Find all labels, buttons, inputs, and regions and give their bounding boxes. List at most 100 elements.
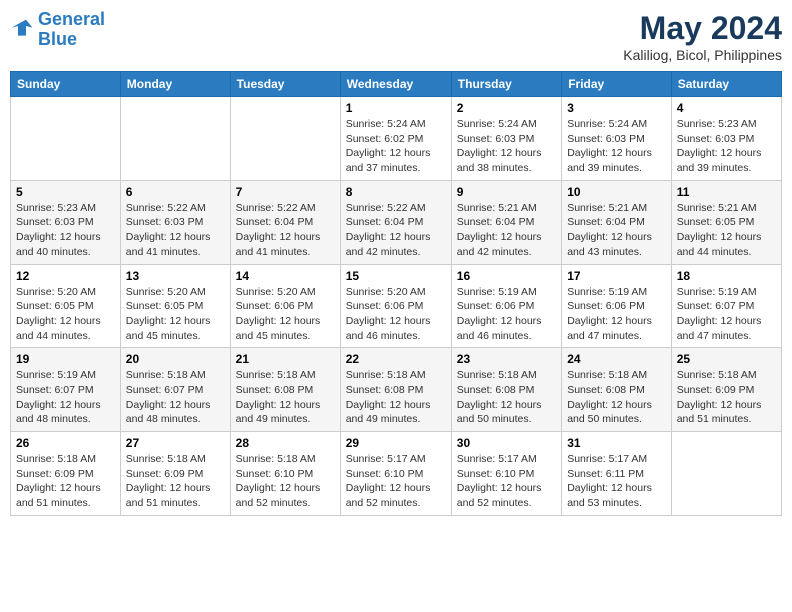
day-number: 28: [236, 436, 335, 450]
day-info: Sunrise: 5:18 AM Sunset: 6:08 PM Dayligh…: [567, 368, 666, 427]
logo-line2: Blue: [38, 29, 77, 49]
calendar-cell: 9 Sunrise: 5:21 AM Sunset: 6:04 PM Daylig…: [451, 180, 561, 264]
calendar-cell: 21Sunrise: 5:18 AM Sunset: 6:08 PM Dayli…: [230, 348, 340, 432]
day-number: 29: [346, 436, 446, 450]
day-info: Sunrise: 5:21 AM Sunset: 6:05 PM Dayligh…: [677, 201, 776, 260]
day-number: 1: [346, 101, 446, 115]
day-number: 24: [567, 352, 666, 366]
weekday-header-wednesday: Wednesday: [340, 72, 451, 97]
day-info: Sunrise: 5:24 AM Sunset: 6:03 PM Dayligh…: [567, 117, 666, 176]
day-info: Sunrise: 5:19 AM Sunset: 6:06 PM Dayligh…: [567, 285, 666, 344]
calendar-cell: 29 Sunrise: 5:17 AM Sunset: 6:10 PM Dayli…: [340, 432, 451, 516]
calendar-cell: 13 Sunrise: 5:20 AM Sunset: 6:05 PM Dayli…: [120, 264, 230, 348]
calendar-cell: 15 Sunrise: 5:20 AM Sunset: 6:06 PM Dayli…: [340, 264, 451, 348]
day-info: Sunrise: 5:24 AM Sunset: 6:03 PM Dayligh…: [457, 117, 556, 176]
week-row-2: 5 Sunrise: 5:23 AM Sunset: 6:03 PM Daylig…: [11, 180, 782, 264]
calendar-cell: 17 Sunrise: 5:19 AM Sunset: 6:06 PM Dayli…: [562, 264, 672, 348]
month-title: May 2024: [623, 10, 782, 47]
day-number: 6: [126, 185, 225, 199]
logo-icon: [10, 18, 34, 42]
day-number: 31: [567, 436, 666, 450]
weekday-header-thursday: Thursday: [451, 72, 561, 97]
day-number: 12: [16, 269, 115, 283]
calendar-table: SundayMondayTuesdayWednesdayThursdayFrid…: [10, 71, 782, 516]
title-block: May 2024 Kaliliog, Bicol, Philippines: [623, 10, 782, 63]
day-number: 3: [567, 101, 666, 115]
calendar-cell: 25 Sunrise: 5:18 AM Sunset: 6:09 PM Dayli…: [671, 348, 781, 432]
day-info: Sunrise: 5:17 AM Sunset: 6:10 PM Dayligh…: [457, 452, 556, 511]
day-info: Sunrise: 5:18 AM Sunset: 6:07 PM Dayligh…: [126, 368, 225, 427]
week-row-3: 12 Sunrise: 5:20 AM Sunset: 6:05 PM Dayli…: [11, 264, 782, 348]
day-number: 4: [677, 101, 776, 115]
calendar-cell: 8 Sunrise: 5:22 AM Sunset: 6:04 PM Daylig…: [340, 180, 451, 264]
day-number: 17: [567, 269, 666, 283]
day-number: 2: [457, 101, 556, 115]
weekday-header-saturday: Saturday: [671, 72, 781, 97]
calendar-cell: 23 Sunrise: 5:18 AM Sunset: 6:08 PM Dayli…: [451, 348, 561, 432]
day-info: Sunrise: 5:18 AM Sunset: 6:09 PM Dayligh…: [16, 452, 115, 511]
calendar-cell: 12 Sunrise: 5:20 AM Sunset: 6:05 PM Dayli…: [11, 264, 121, 348]
calendar-cell: 3 Sunrise: 5:24 AM Sunset: 6:03 PM Daylig…: [562, 97, 672, 181]
logo: General Blue: [10, 10, 105, 50]
day-number: 25: [677, 352, 776, 366]
day-info: Sunrise: 5:21 AM Sunset: 6:04 PM Dayligh…: [567, 201, 666, 260]
day-number: 27: [126, 436, 225, 450]
logo-line1: General: [38, 9, 105, 29]
calendar-cell: 26 Sunrise: 5:18 AM Sunset: 6:09 PM Dayli…: [11, 432, 121, 516]
day-info: Sunrise: 5:19 AM Sunset: 6:06 PM Dayligh…: [457, 285, 556, 344]
day-number: 8: [346, 185, 446, 199]
day-info: Sunrise: 5:19 AM Sunset: 6:07 PM Dayligh…: [677, 285, 776, 344]
week-row-1: 1Sunrise: 5:24 AM Sunset: 6:02 PM Daylig…: [11, 97, 782, 181]
week-row-5: 26 Sunrise: 5:18 AM Sunset: 6:09 PM Dayli…: [11, 432, 782, 516]
calendar-cell: [230, 97, 340, 181]
day-number: 11: [677, 185, 776, 199]
weekday-header-sunday: Sunday: [11, 72, 121, 97]
day-info: Sunrise: 5:20 AM Sunset: 6:05 PM Dayligh…: [16, 285, 115, 344]
day-info: Sunrise: 5:18 AM Sunset: 6:08 PM Dayligh…: [346, 368, 446, 427]
calendar-cell: 6 Sunrise: 5:22 AM Sunset: 6:03 PM Daylig…: [120, 180, 230, 264]
day-info: Sunrise: 5:17 AM Sunset: 6:10 PM Dayligh…: [346, 452, 446, 511]
day-number: 15: [346, 269, 446, 283]
day-info: Sunrise: 5:20 AM Sunset: 6:06 PM Dayligh…: [236, 285, 335, 344]
calendar-cell: 28 Sunrise: 5:18 AM Sunset: 6:10 PM Dayli…: [230, 432, 340, 516]
calendar-cell: 5 Sunrise: 5:23 AM Sunset: 6:03 PM Daylig…: [11, 180, 121, 264]
weekday-header-tuesday: Tuesday: [230, 72, 340, 97]
weekday-header-row: SundayMondayTuesdayWednesdayThursdayFrid…: [11, 72, 782, 97]
day-info: Sunrise: 5:21 AM Sunset: 6:04 PM Dayligh…: [457, 201, 556, 260]
calendar-cell: 30 Sunrise: 5:17 AM Sunset: 6:10 PM Dayli…: [451, 432, 561, 516]
day-info: Sunrise: 5:22 AM Sunset: 6:04 PM Dayligh…: [236, 201, 335, 260]
location: Kaliliog, Bicol, Philippines: [623, 47, 782, 63]
day-number: 13: [126, 269, 225, 283]
day-number: 16: [457, 269, 556, 283]
calendar-cell: [671, 432, 781, 516]
day-info: Sunrise: 5:22 AM Sunset: 6:03 PM Dayligh…: [126, 201, 225, 260]
day-number: 5: [16, 185, 115, 199]
day-number: 23: [457, 352, 556, 366]
calendar-cell: 14 Sunrise: 5:20 AM Sunset: 6:06 PM Dayli…: [230, 264, 340, 348]
calendar-cell: 27Sunrise: 5:18 AM Sunset: 6:09 PM Dayli…: [120, 432, 230, 516]
day-info: Sunrise: 5:18 AM Sunset: 6:10 PM Dayligh…: [236, 452, 335, 511]
calendar-cell: 1Sunrise: 5:24 AM Sunset: 6:02 PM Daylig…: [340, 97, 451, 181]
day-number: 20: [126, 352, 225, 366]
calendar-cell: 2 Sunrise: 5:24 AM Sunset: 6:03 PM Daylig…: [451, 97, 561, 181]
calendar-cell: [11, 97, 121, 181]
day-number: 10: [567, 185, 666, 199]
day-info: Sunrise: 5:20 AM Sunset: 6:05 PM Dayligh…: [126, 285, 225, 344]
calendar-cell: 19Sunrise: 5:19 AM Sunset: 6:07 PM Dayli…: [11, 348, 121, 432]
weekday-header-friday: Friday: [562, 72, 672, 97]
day-number: 26: [16, 436, 115, 450]
day-number: 14: [236, 269, 335, 283]
calendar-cell: 22Sunrise: 5:18 AM Sunset: 6:08 PM Dayli…: [340, 348, 451, 432]
day-number: 30: [457, 436, 556, 450]
calendar-cell: [120, 97, 230, 181]
day-info: Sunrise: 5:20 AM Sunset: 6:06 PM Dayligh…: [346, 285, 446, 344]
logo-text: General Blue: [38, 10, 105, 50]
day-info: Sunrise: 5:18 AM Sunset: 6:08 PM Dayligh…: [457, 368, 556, 427]
day-number: 9: [457, 185, 556, 199]
day-number: 19: [16, 352, 115, 366]
day-info: Sunrise: 5:22 AM Sunset: 6:04 PM Dayligh…: [346, 201, 446, 260]
day-info: Sunrise: 5:18 AM Sunset: 6:09 PM Dayligh…: [677, 368, 776, 427]
day-info: Sunrise: 5:18 AM Sunset: 6:08 PM Dayligh…: [236, 368, 335, 427]
calendar-cell: 4Sunrise: 5:23 AM Sunset: 6:03 PM Daylig…: [671, 97, 781, 181]
day-info: Sunrise: 5:23 AM Sunset: 6:03 PM Dayligh…: [16, 201, 115, 260]
